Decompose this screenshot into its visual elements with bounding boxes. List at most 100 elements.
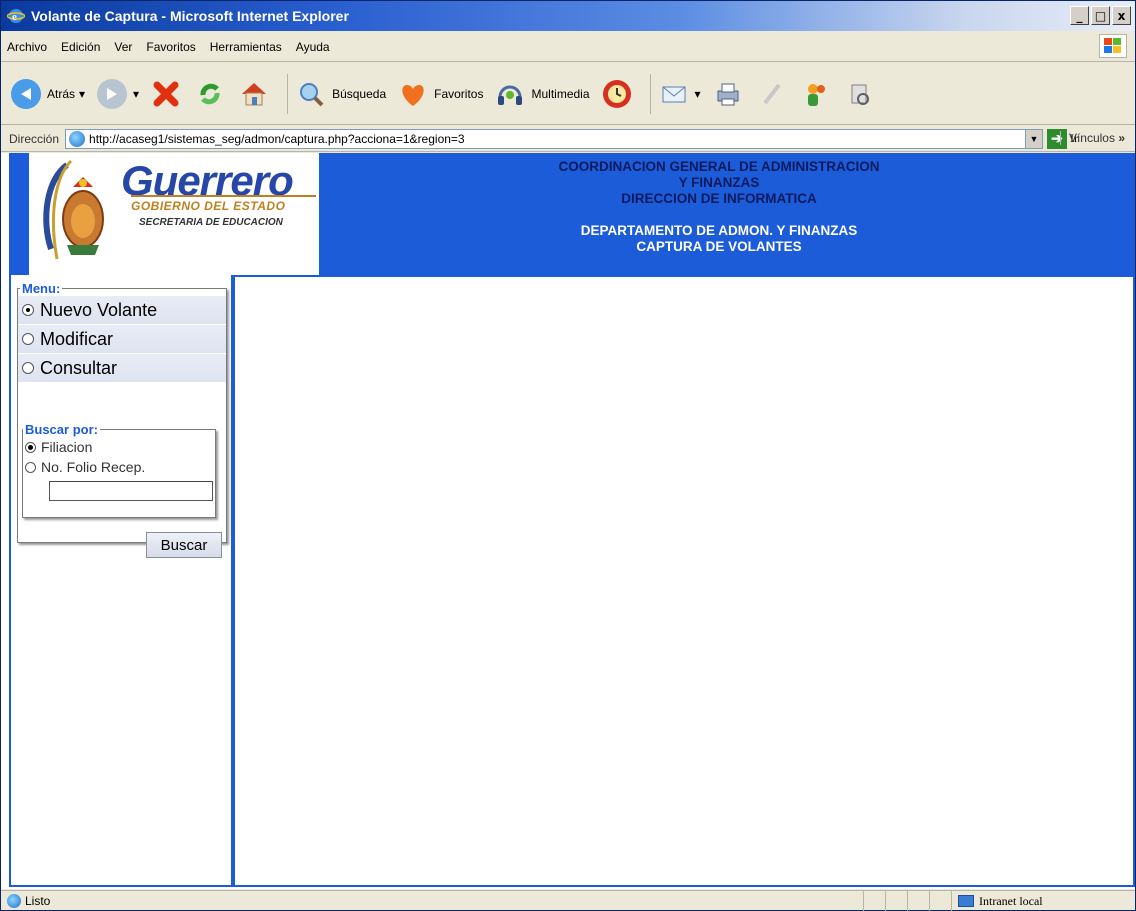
research-button[interactable] — [843, 77, 877, 111]
print-button[interactable] — [711, 77, 745, 111]
window-title: Volante de Captura - Microsoft Internet … — [31, 8, 349, 24]
maximize-button[interactable]: □ — [1091, 6, 1110, 25]
toolbar: Atrás ▾ ▾ Búsqueda Favoritos Multimedia … — [1, 63, 1135, 125]
buscar-legend: Buscar por: — [25, 422, 98, 437]
intranet-zone-icon — [958, 895, 974, 907]
menu-option-nuevo-volante[interactable]: Nuevo Volante — [18, 296, 226, 324]
favorites-button[interactable]: Favoritos — [396, 77, 483, 111]
home-icon — [242, 82, 267, 105]
title-bar[interactable]: e Volante de Captura - Microsoft Interne… — [1, 1, 1135, 31]
buscar-option-label: Filiacion — [41, 439, 93, 455]
links-button[interactable]: Vínculos » — [1059, 131, 1125, 145]
logo-secretaria: SECRETARIA DE EDUCACION — [139, 217, 283, 228]
history-button[interactable] — [600, 77, 634, 111]
zone-label: Intranet local — [979, 893, 1043, 908]
media-button[interactable]: Multimedia — [493, 77, 590, 111]
windows-logo-icon — [1099, 34, 1127, 58]
menu-option-modificar[interactable]: Modificar — [18, 325, 226, 353]
minimize-button[interactable]: _ — [1070, 6, 1089, 25]
media-label: Multimedia — [531, 86, 590, 101]
menu-option-label: Nuevo Volante — [40, 299, 158, 320]
refresh-button[interactable] — [193, 77, 227, 111]
menu-legend: Menu: — [22, 281, 61, 296]
links-label: Vínculos — [1068, 131, 1115, 145]
toolbar-separator — [649, 73, 651, 114]
forward-dropdown-icon[interactable]: ▾ — [133, 87, 139, 101]
messenger-button[interactable] — [799, 77, 833, 111]
header-line-2: Y FINANZAS — [678, 175, 760, 190]
state-seal-icon — [43, 159, 104, 260]
address-input[interactable]: http://acaseg1/sistemas_seg/admon/captur… — [65, 128, 1044, 149]
mail-dropdown-icon[interactable]: ▾ — [695, 87, 701, 101]
menu-herramientas[interactable]: Herramientas — [210, 40, 282, 54]
address-dropdown-icon[interactable]: ▼ — [1025, 129, 1043, 148]
radio-filiacion[interactable] — [25, 441, 36, 453]
messenger-icon — [807, 83, 825, 106]
status-panel — [929, 891, 951, 911]
radio-nuevo-volante[interactable] — [22, 304, 34, 316]
back-dropdown-icon[interactable]: ▾ — [79, 87, 85, 101]
menu-edicion[interactable]: Edición — [61, 40, 100, 54]
browser-window: e Volante de Captura - Microsoft Interne… — [0, 0, 1136, 911]
toolbar-separator — [287, 73, 289, 114]
edit-pencil-icon — [762, 83, 781, 104]
page-status-icon — [7, 893, 21, 908]
links-chevron-icon: » — [1118, 131, 1125, 145]
back-label: Atrás — [47, 86, 76, 101]
page-favicon-icon — [69, 130, 86, 147]
stop-button[interactable] — [149, 77, 183, 111]
header-line-1: COORDINACION GENERAL DE ADMINISTRACION — [558, 159, 880, 174]
address-label: Dirección — [9, 131, 60, 146]
svg-text:e: e — [12, 11, 17, 23]
menu-option-label: Consultar — [40, 357, 118, 378]
close-button[interactable]: x — [1112, 6, 1131, 25]
buscar-option-label: No. Folio Recep. — [41, 459, 146, 475]
status-text: Listo — [25, 893, 51, 908]
guerrero-logo: Guerrero GOBIERNO DEL ESTADO SECRETARIA … — [29, 153, 319, 275]
favorites-heart-icon — [402, 84, 424, 106]
back-button[interactable]: Atrás ▾ — [9, 77, 85, 111]
radio-modificar[interactable] — [22, 333, 34, 345]
status-bar: Listo Intranet local — [1, 890, 1135, 911]
buscar-fieldset: Buscar por: Filiacion No. Folio Recep. — [22, 422, 216, 518]
menu-ver[interactable]: Ver — [114, 40, 132, 54]
menu-fieldset: Menu: Nuevo Volante Modificar Consultar … — [17, 281, 227, 558]
header-text-block: COORDINACION GENERAL DE ADMINISTRACION Y… — [339, 159, 1099, 255]
radio-consultar[interactable] — [22, 362, 34, 374]
menu-bar: Archivo Edición Ver Favoritos Herramient… — [1, 32, 1135, 62]
buscar-option-folio[interactable]: No. Folio Recep. — [23, 457, 215, 477]
menu-archivo[interactable]: Archivo — [7, 40, 47, 54]
menu-option-consultar[interactable]: Consultar — [18, 354, 226, 382]
mail-button[interactable]: ▾ — [657, 77, 701, 111]
buscar-button[interactable]: Buscar — [146, 532, 222, 558]
menu-option-label: Modificar — [40, 328, 114, 349]
logo-title: Guerrero — [121, 157, 294, 204]
forward-button[interactable]: ▾ — [95, 77, 139, 111]
menu-favoritos[interactable]: Favoritos — [146, 40, 195, 54]
research-icon — [851, 84, 869, 105]
menu-ayuda[interactable]: Ayuda — [296, 40, 330, 54]
forward-arrow-icon — [97, 78, 128, 109]
address-url[interactable]: http://acaseg1/sistemas_seg/admon/captur… — [89, 132, 465, 146]
buscar-input[interactable] — [49, 481, 213, 501]
print-icon — [717, 83, 739, 105]
header-line-3: DIRECCION DE INFORMATICA — [621, 191, 817, 206]
search-button[interactable]: Búsqueda — [294, 77, 386, 111]
status-panels: Intranet local — [863, 891, 1135, 911]
window-controls: _ □ x — [1070, 6, 1131, 25]
edit-button[interactable] — [755, 77, 789, 111]
favorites-label: Favoritos — [434, 86, 484, 101]
search-icon — [300, 82, 324, 106]
security-zone[interactable]: Intranet local — [951, 891, 1135, 911]
refresh-icon — [200, 83, 220, 104]
main-frame — [233, 275, 1135, 887]
buscar-option-filiacion[interactable]: Filiacion — [23, 437, 215, 457]
history-clock-icon — [602, 79, 631, 108]
radio-folio[interactable] — [25, 461, 36, 473]
address-bar: Dirección http://acaseg1/sistemas_seg/ad… — [1, 126, 1135, 152]
status-panel — [863, 891, 885, 911]
stop-icon — [153, 81, 179, 106]
media-headphones-icon — [498, 85, 523, 105]
logo-subtitle: GOBIERNO DEL ESTADO — [131, 199, 286, 213]
home-button[interactable] — [237, 77, 271, 111]
